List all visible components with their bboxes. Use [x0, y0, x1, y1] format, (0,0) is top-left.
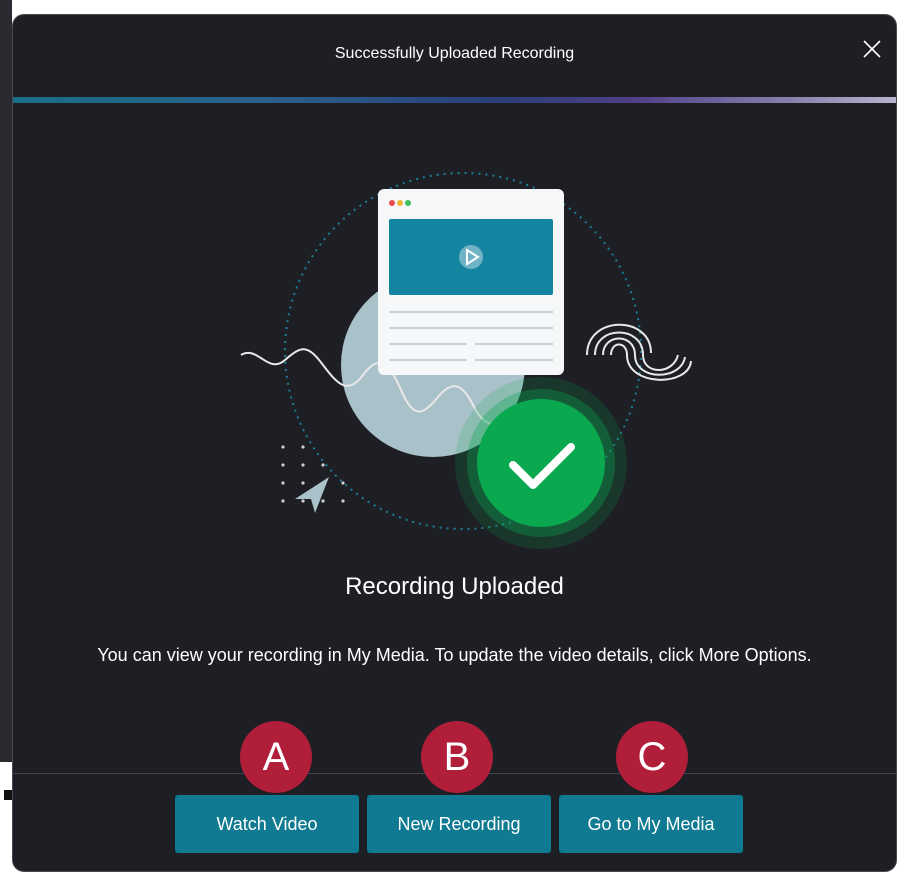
watch-video-button[interactable]: Watch Video — [175, 795, 359, 853]
background-window-edge-bottom — [0, 762, 12, 872]
annotation-badge-c: C — [616, 721, 688, 793]
upload-success-illustration — [240, 172, 692, 549]
success-message: You can view your recording in My Media.… — [97, 645, 812, 665]
play-icon — [459, 245, 483, 269]
browser-window-icon — [378, 189, 564, 375]
success-heading: Recording Uploaded — [345, 573, 564, 600]
annotation-badge-a: A — [240, 721, 312, 793]
go-to-my-media-button[interactable]: Go to My Media — [559, 795, 743, 853]
new-recording-button[interactable]: New Recording — [367, 795, 551, 853]
concentric-arcs-icon — [586, 323, 692, 381]
background-window-edge — [0, 0, 12, 762]
progress-bar — [13, 97, 896, 103]
close-icon — [863, 40, 881, 58]
cursor-arrow-icon — [295, 477, 329, 513]
background-mark — [4, 790, 12, 800]
dialog-title: Successfully Uploaded Recording — [334, 45, 575, 62]
checkmark-icon — [455, 377, 627, 549]
annotation-badge-b: B — [421, 721, 493, 793]
dialog-header: Successfully Uploaded Recording — [13, 15, 896, 97]
upload-success-dialog: Successfully Uploaded Recording Recordin… — [12, 14, 897, 872]
close-button[interactable] — [860, 37, 884, 61]
